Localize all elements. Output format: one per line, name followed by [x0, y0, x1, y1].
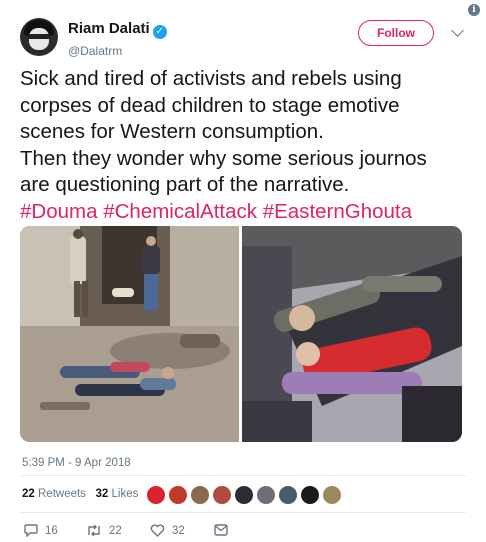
liker-avatar[interactable] — [146, 485, 166, 505]
media-grid — [20, 226, 462, 442]
info-icon[interactable]: i — [468, 4, 480, 16]
verified-icon: ✓ — [152, 25, 167, 39]
liker-avatar[interactable] — [190, 485, 210, 505]
media-photo[interactable] — [242, 226, 462, 442]
tweet-line: corpses of dead children to stage emotiv… — [20, 93, 400, 117]
user-handle[interactable]: @Dalatrm — [68, 44, 167, 58]
media-photo[interactable] — [20, 226, 239, 442]
tweet-actions: 16 22 32 — [24, 524, 466, 542]
like-button[interactable]: 32 — [150, 524, 185, 537]
liker-avatar[interactable] — [300, 485, 320, 505]
tweet-line: Sick and tired of activists and rebels u… — [20, 67, 402, 90]
divider — [20, 512, 466, 513]
hashtag-link[interactable]: #Douma — [20, 200, 98, 223]
tweet-line: are questioning part of the narrative. — [20, 173, 350, 196]
like-count: 32 — [172, 524, 185, 537]
reply-icon — [24, 524, 38, 537]
divider — [20, 475, 466, 476]
liker-avatar[interactable] — [212, 485, 232, 505]
liker-avatar[interactable] — [278, 485, 298, 505]
retweets-label: Retweets — [38, 488, 86, 500]
liker-avatar[interactable] — [234, 485, 254, 505]
retweet-icon — [88, 524, 100, 537]
avatar[interactable] — [20, 18, 58, 56]
direct-message-button[interactable] — [214, 524, 228, 536]
retweets-count: 22 — [22, 488, 35, 500]
user-info: Riam Dalati ✓ @Dalatrm — [68, 20, 167, 58]
tweet-stats: 22 Retweets 32 Likes — [22, 488, 138, 500]
liker-avatar[interactable] — [256, 485, 276, 505]
retweet-button[interactable]: 22 — [86, 524, 122, 537]
reply-button[interactable]: 16 — [24, 524, 58, 537]
tweet-header: Riam Dalati ✓ @Dalatrm Follow — [20, 16, 466, 60]
display-name[interactable]: Riam Dalati — [68, 20, 150, 37]
follow-button[interactable]: Follow — [358, 20, 434, 46]
hashtags: #Douma #ChemicalAttack #EasternGhouta — [20, 199, 470, 226]
reply-count: 16 — [45, 524, 58, 537]
likes-count: 32 — [95, 488, 109, 500]
tweet-line: Then they wonder why some serious journo… — [20, 146, 427, 170]
likes-label: Likes — [111, 488, 139, 500]
hashtag-link[interactable]: #ChemicalAttack — [103, 200, 257, 223]
retweet-count: 22 — [109, 524, 122, 537]
liker-avatar[interactable] — [322, 485, 342, 505]
retweets-stat[interactable]: 22 Retweets — [22, 488, 86, 500]
heart-icon — [150, 524, 165, 537]
chevron-down-icon[interactable] — [451, 24, 464, 37]
tweet-line: scenes for Western consumption. — [20, 120, 324, 143]
likes-stat[interactable]: 32 Likes — [96, 488, 139, 500]
message-icon — [214, 524, 228, 536]
tweet-text: Sick and tired of activists and rebels u… — [20, 66, 470, 225]
liker-avatar[interactable] — [168, 485, 188, 505]
tweet-timestamp[interactable]: 5:39 PM - 9 Apr 2018 — [22, 457, 131, 469]
hashtag-link[interactable]: #EasternGhouta — [263, 200, 412, 223]
